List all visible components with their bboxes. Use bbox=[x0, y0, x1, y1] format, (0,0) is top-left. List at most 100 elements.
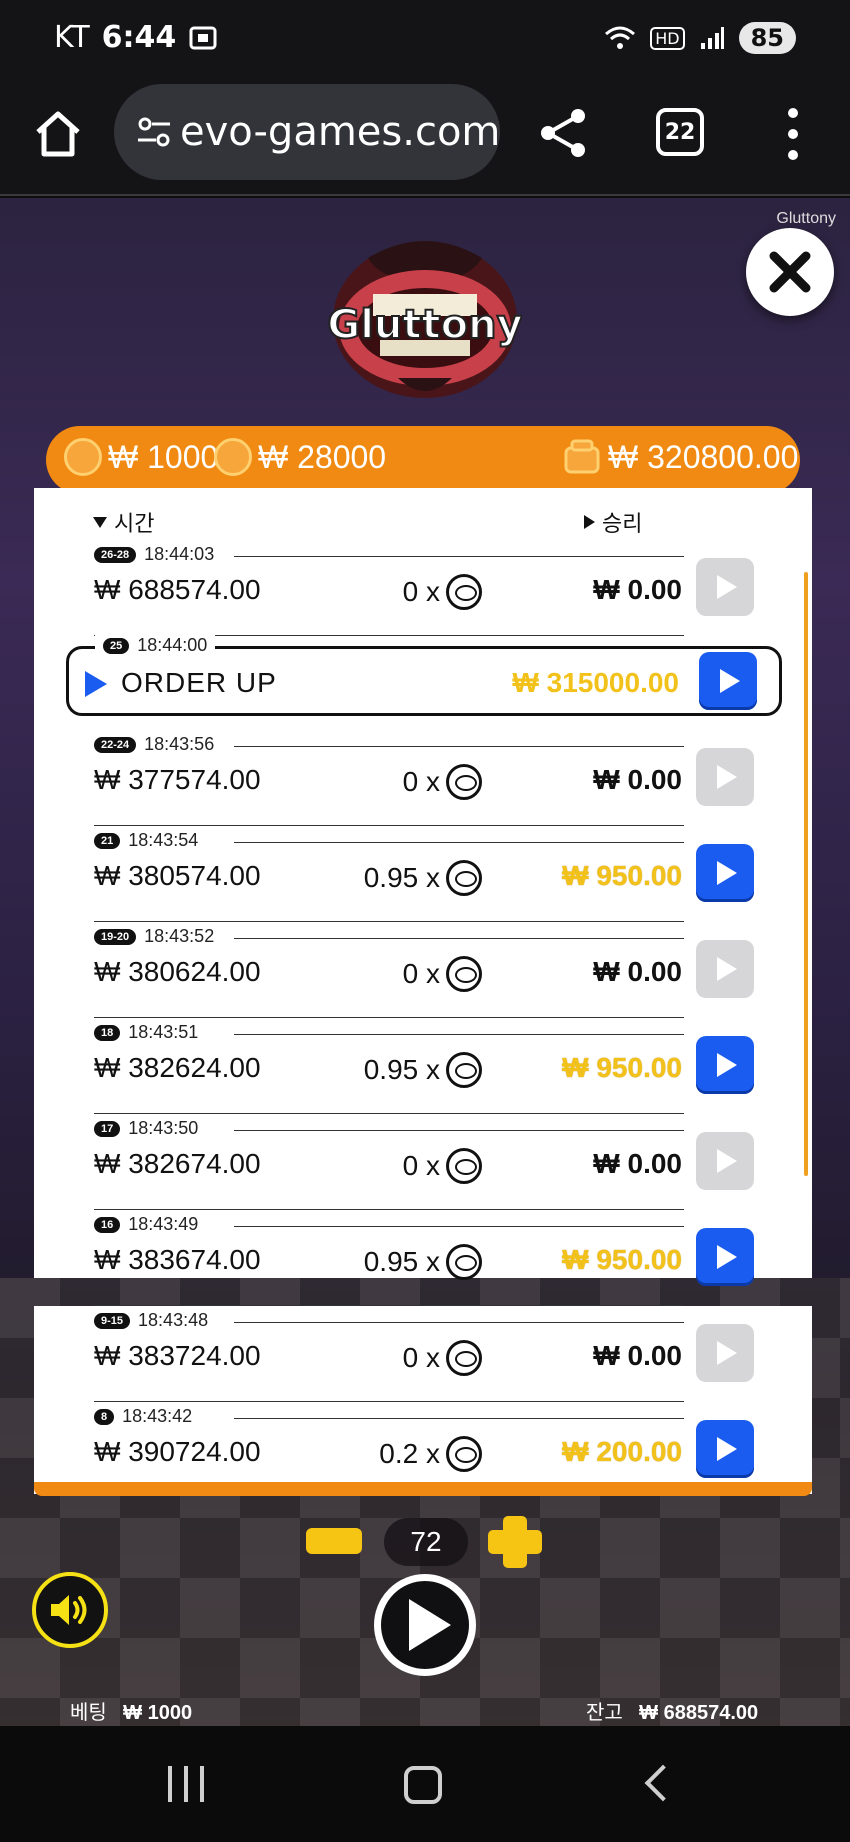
row-balance: ₩ 383674.00 bbox=[94, 1244, 261, 1275]
increase-button[interactable] bbox=[488, 1516, 542, 1568]
replay-button[interactable] bbox=[696, 1228, 754, 1286]
row-time: 18:43:50 bbox=[128, 1118, 199, 1138]
row-meta: 26-28 18:44:03 bbox=[94, 544, 214, 565]
feature-win: ₩ 315000.00 bbox=[512, 667, 679, 698]
sound-toggle-button[interactable] bbox=[32, 1572, 108, 1648]
feature-row[interactable]: 25 18:44:00 ORDER UP ₩ 315000.00 bbox=[66, 635, 782, 716]
home-icon[interactable] bbox=[32, 108, 84, 160]
round-badge: 21 bbox=[94, 832, 121, 849]
coin-summary: ₩ 28000 bbox=[214, 438, 386, 476]
game-name-label: Gluttony bbox=[776, 210, 836, 227]
row-balance: ₩ 382674.00 bbox=[94, 1148, 261, 1179]
balance-info: 잔고 ₩ 688574.00 bbox=[586, 1696, 758, 1725]
play-icon bbox=[717, 957, 737, 981]
history-panel: 시간 승리 26-28 18:44:03 ₩ 688574.00 0 x ₩ 0.… bbox=[34, 488, 812, 1306]
divider bbox=[234, 1322, 684, 1323]
row-time: 18:43:52 bbox=[144, 926, 215, 946]
row-multiplier: 0 x bbox=[403, 1148, 482, 1184]
replay-button[interactable] bbox=[696, 940, 754, 998]
multiplier-value: 0.95 x bbox=[363, 1246, 440, 1277]
play-icon bbox=[717, 765, 737, 789]
row-multiplier: 0.95 x bbox=[364, 1052, 482, 1088]
replay-button[interactable] bbox=[699, 652, 757, 710]
row-win: ₩ 0.00 bbox=[593, 1340, 682, 1371]
divider bbox=[234, 1130, 684, 1131]
coin-icon bbox=[446, 1340, 482, 1376]
row-balance: ₩ 380574.00 bbox=[94, 860, 261, 891]
history-row: 8 18:43:42 ₩ 390724.00 0.2 x ₩ 200.00 bbox=[34, 1402, 812, 1494]
divider bbox=[234, 1418, 684, 1419]
tab-switcher-button[interactable]: 22 bbox=[656, 108, 704, 156]
round-badge: 22-24 bbox=[94, 736, 137, 753]
multiplier-value: 0 x bbox=[402, 1150, 440, 1181]
replay-button[interactable] bbox=[696, 1420, 754, 1478]
home-nav-icon[interactable] bbox=[404, 1766, 442, 1804]
more-menu-icon[interactable] bbox=[778, 108, 808, 160]
round-badge: 26-28 bbox=[94, 546, 137, 563]
replay-button[interactable] bbox=[696, 558, 754, 616]
play-icon bbox=[717, 1149, 737, 1173]
row-meta: 16 18:43:49 bbox=[94, 1214, 198, 1235]
history-row: 9-15 18:43:48 ₩ 383724.00 0 x ₩ 0.00 bbox=[34, 1306, 812, 1402]
back-icon[interactable] bbox=[644, 1764, 682, 1802]
coin-icon bbox=[446, 956, 482, 992]
row-meta: 8 18:43:42 bbox=[94, 1406, 192, 1427]
row-balance: ₩ 383724.00 bbox=[94, 1340, 261, 1371]
multiplier-value: 0 x bbox=[402, 576, 440, 607]
recents-icon[interactable] bbox=[168, 1766, 204, 1802]
multiplier-value: 0.2 x bbox=[379, 1438, 440, 1469]
replay-button[interactable] bbox=[696, 748, 754, 806]
battery-indicator: 85 bbox=[738, 22, 796, 54]
history-row: 26-28 18:44:03 ₩ 688574.00 0 x ₩ 0.00 bbox=[34, 540, 812, 636]
coin-summary-value: ₩ 28000 bbox=[258, 438, 387, 475]
replay-button[interactable] bbox=[696, 844, 754, 902]
row-balance: ₩ 377574.00 bbox=[94, 764, 261, 795]
coin-icon bbox=[446, 1244, 482, 1280]
play-icon bbox=[720, 669, 740, 693]
play-icon bbox=[717, 1053, 737, 1077]
row-win: ₩ 0.00 bbox=[593, 764, 682, 795]
row-meta: 9-15 18:43:48 bbox=[94, 1310, 208, 1331]
row-multiplier: 0.95 x bbox=[364, 1244, 482, 1280]
browser-toolbar: evo-games.com 22 bbox=[0, 80, 850, 196]
time-sort-header[interactable]: 시간 bbox=[92, 506, 154, 538]
share-icon[interactable] bbox=[536, 106, 590, 160]
divider bbox=[234, 556, 684, 557]
history-row: 17 18:43:50 ₩ 382674.00 0 x ₩ 0.00 bbox=[34, 1114, 812, 1210]
play-icon bbox=[717, 575, 737, 599]
multiplier-value: 0.95 x bbox=[363, 862, 440, 893]
replay-button[interactable] bbox=[696, 1036, 754, 1094]
win-sort-header[interactable]: 승리 bbox=[582, 506, 642, 538]
coin-icon bbox=[446, 574, 482, 610]
row-multiplier: 0 x bbox=[403, 1340, 482, 1376]
divider bbox=[234, 1226, 684, 1227]
coin-icon bbox=[64, 438, 102, 476]
win-header-label: 승리 bbox=[602, 512, 643, 537]
bet-value: ₩ 1000 bbox=[123, 1702, 193, 1724]
status-bar: KT 6:44 HD 85 bbox=[0, 0, 850, 80]
address-bar[interactable]: evo-games.com bbox=[114, 84, 500, 180]
divider bbox=[234, 938, 684, 939]
round-badge: 8 bbox=[94, 1408, 115, 1425]
row-multiplier: 0.2 x bbox=[379, 1436, 482, 1472]
multiplier-value: 0 x bbox=[402, 1342, 440, 1373]
round-badge: 17 bbox=[94, 1120, 121, 1137]
row-win: ₩ 950.00 bbox=[562, 860, 682, 891]
game-viewport: Gluttony Gluttony ₩ 1000 ₩ 28000 ₩ 32080… bbox=[0, 198, 850, 1726]
round-badge: 25 bbox=[103, 637, 130, 654]
close-history-button[interactable] bbox=[746, 228, 834, 316]
row-time: 18:43:42 bbox=[122, 1406, 193, 1426]
row-time: 18:43:51 bbox=[128, 1022, 199, 1042]
status-left: KT 6:44 bbox=[54, 20, 218, 55]
row-meta: 22-24 18:43:56 bbox=[94, 734, 214, 755]
decrease-button[interactable] bbox=[306, 1528, 362, 1554]
site-settings-icon[interactable] bbox=[134, 112, 174, 152]
replay-button[interactable] bbox=[696, 1132, 754, 1190]
play-icon bbox=[409, 1599, 451, 1651]
signal-icon bbox=[700, 27, 724, 49]
spin-button[interactable] bbox=[374, 1574, 476, 1676]
play-icon bbox=[717, 1245, 737, 1269]
round-badge: 16 bbox=[94, 1216, 121, 1233]
replay-button[interactable] bbox=[696, 1324, 754, 1382]
row-time: 18:44:03 bbox=[144, 544, 215, 564]
